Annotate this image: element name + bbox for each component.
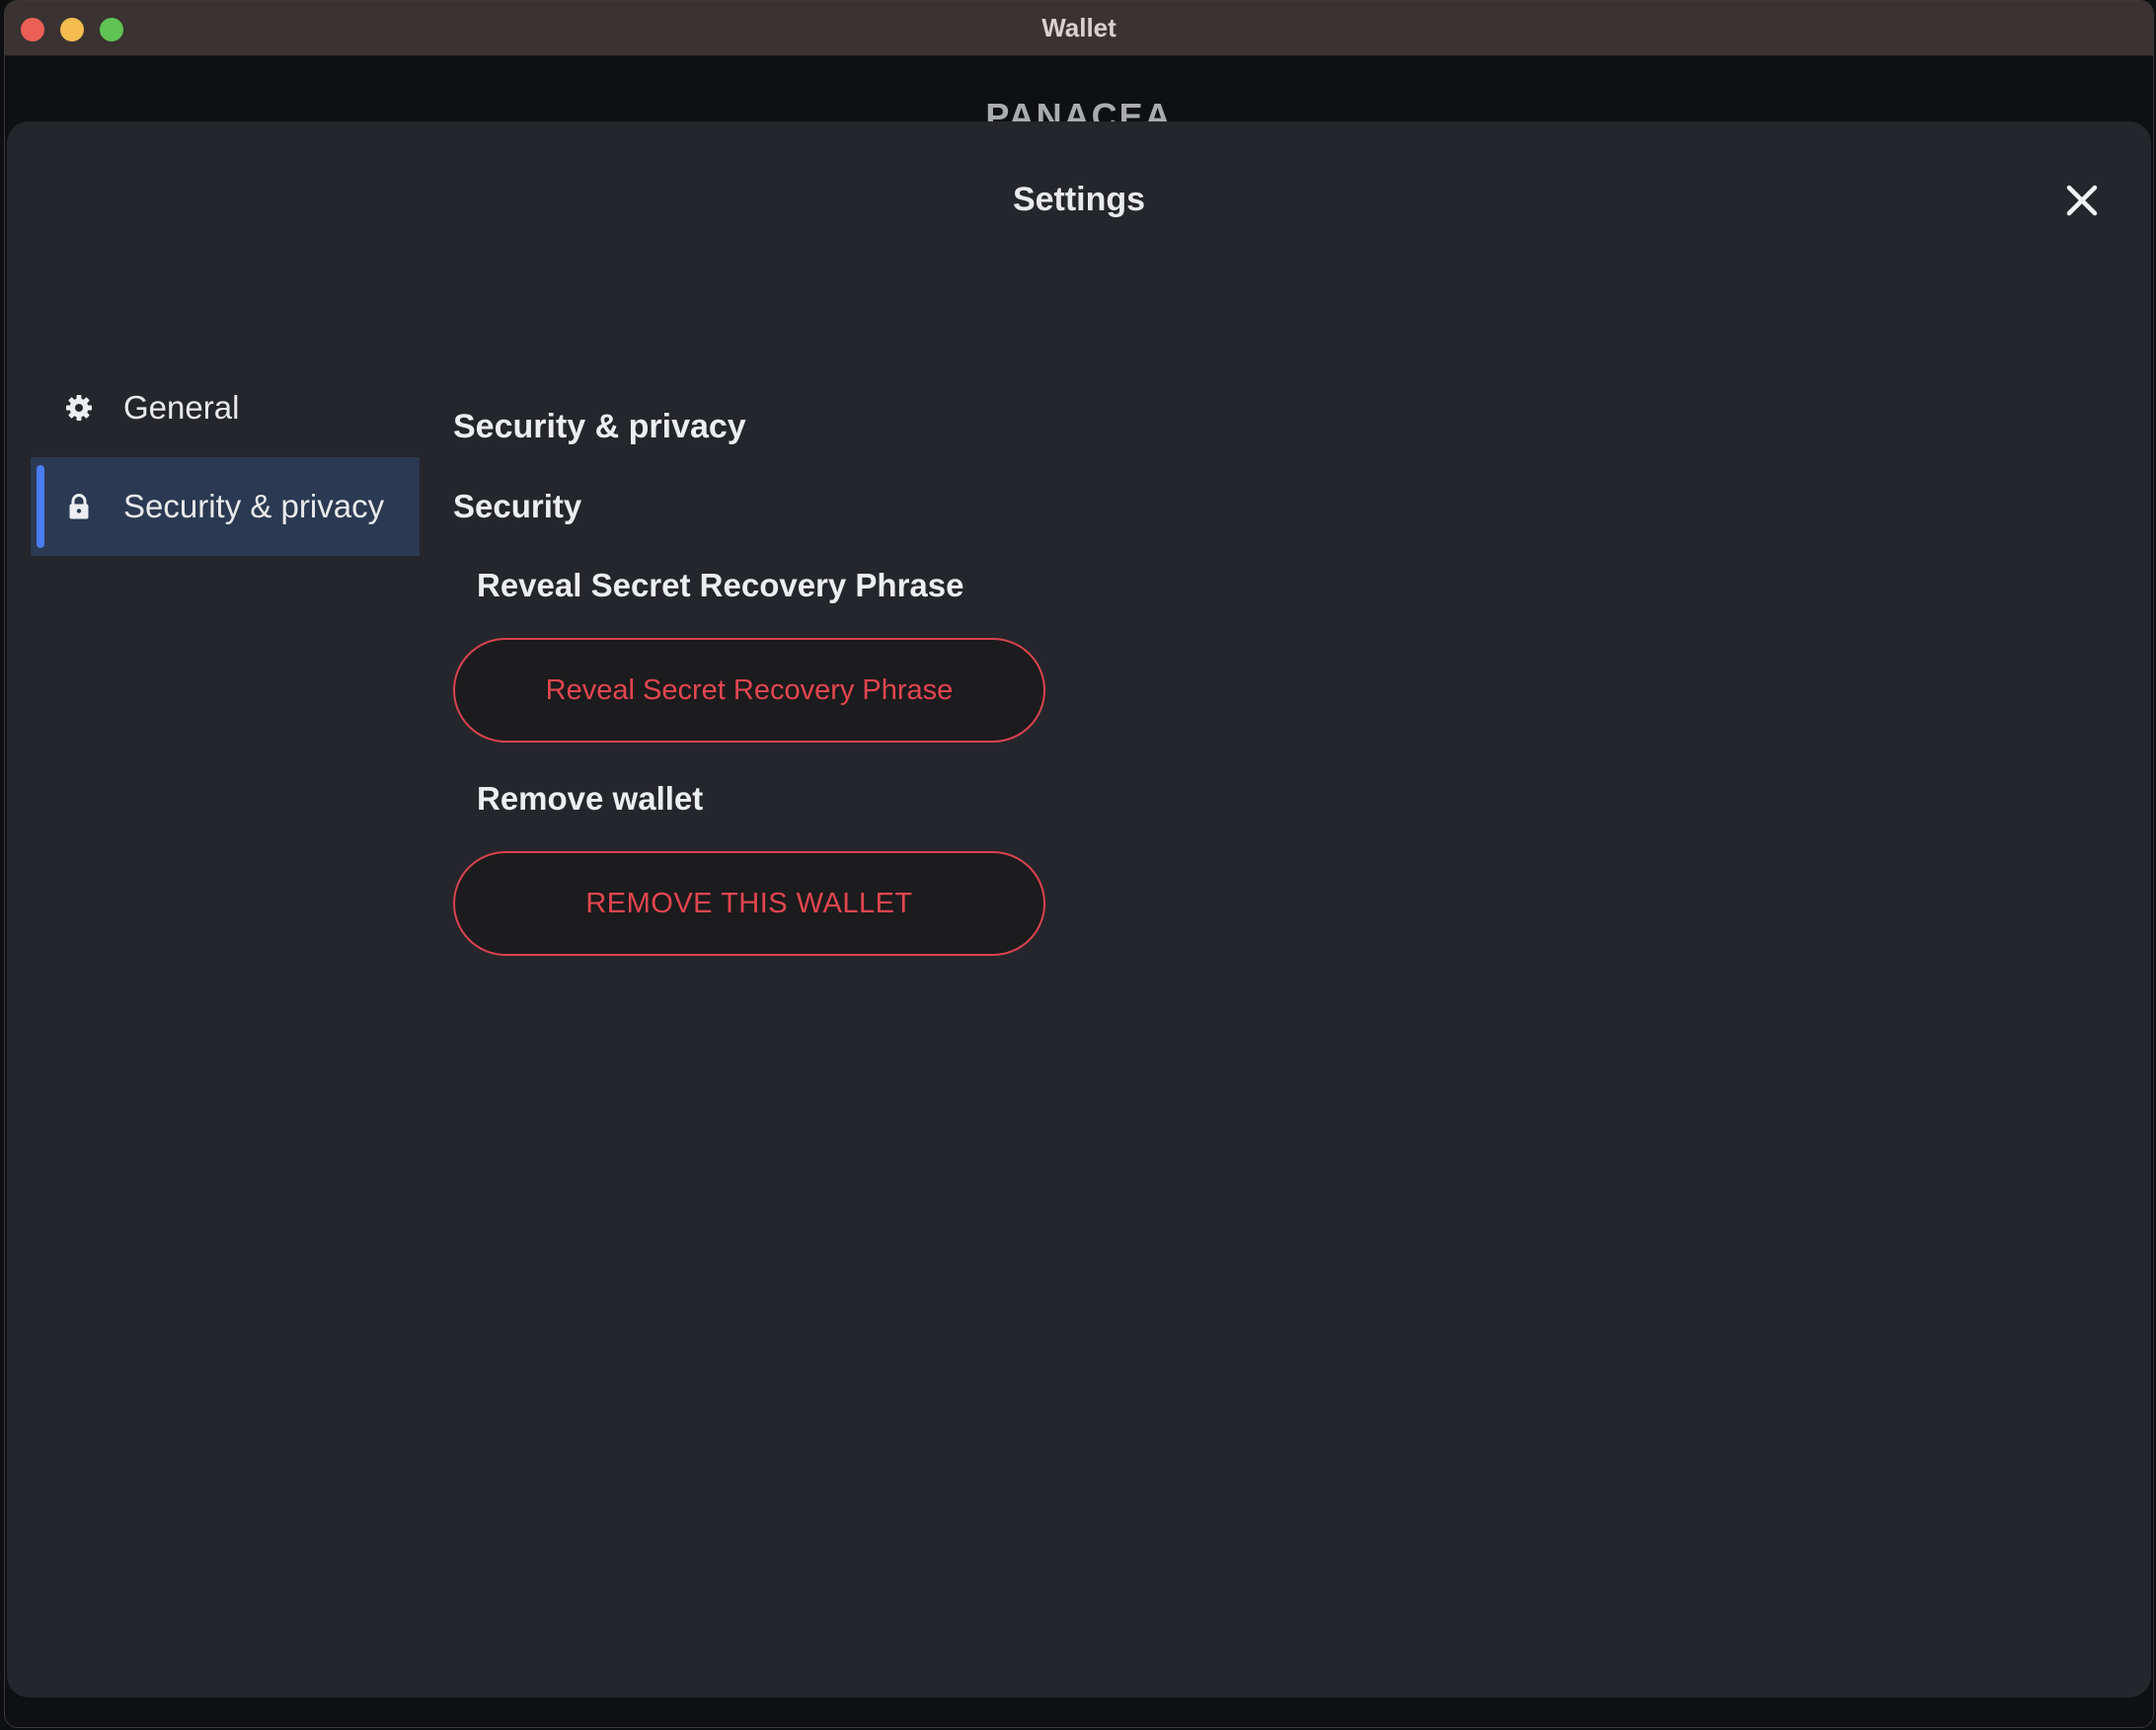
- reveal-phrase-heading: Reveal Secret Recovery Phrase: [477, 567, 964, 603]
- settings-sidebar: General Security & privacy: [31, 358, 420, 556]
- sidebar-item-general[interactable]: General: [31, 358, 420, 457]
- page-heading: Security & privacy: [453, 408, 746, 445]
- sidebar-item-label: Security & privacy: [123, 488, 385, 524]
- title-bar: Wallet: [5, 1, 2153, 56]
- close-icon[interactable]: [2064, 183, 2100, 218]
- settings-modal: Settings General Security & privacy Secu…: [7, 121, 2151, 1697]
- sidebar-item-security[interactable]: Security & privacy: [31, 457, 420, 556]
- lock-icon: [64, 492, 94, 521]
- reveal-phrase-button[interactable]: Reveal Secret Recovery Phrase: [453, 638, 1045, 743]
- modal-title: Settings: [1012, 181, 1146, 218]
- sidebar-item-label: General: [123, 389, 240, 426]
- section-heading-security: Security: [453, 488, 582, 524]
- settings-content: Security & privacy Security Reveal Secre…: [453, 408, 1638, 956]
- gear-icon: [64, 393, 94, 423]
- app-window: Wallet PANACEA Settings General Security…: [4, 0, 2154, 1728]
- window-title: Wallet: [1041, 13, 1116, 42]
- remove-wallet-button[interactable]: REMOVE THIS WALLET: [453, 851, 1045, 956]
- remove-wallet-heading: Remove wallet: [477, 780, 704, 817]
